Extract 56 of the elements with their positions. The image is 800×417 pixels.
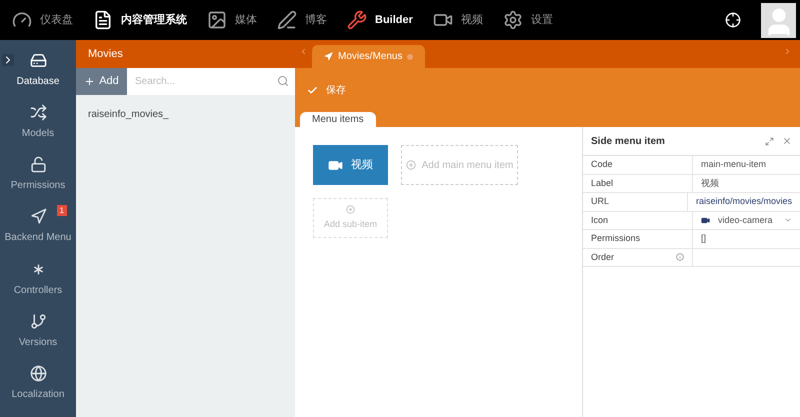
sidebar-item[interactable]: Versions: [0, 312, 76, 365]
shuffle-icon: [30, 104, 46, 122]
property-label: Icon: [591, 214, 610, 226]
property-label: Label: [591, 176, 614, 190]
panel-header: Movies: [76, 40, 295, 68]
document-icon: [93, 10, 113, 30]
nav-item[interactable]: 设置: [502, 10, 553, 30]
check-icon: [307, 84, 318, 96]
globe-icon: [30, 364, 46, 382]
notification-badge: 1: [56, 205, 67, 216]
sidebar-item[interactable]: Backend Menu 1: [0, 208, 76, 261]
wrench-icon: [347, 10, 367, 30]
sidebar-item[interactable]: Localization: [0, 364, 76, 417]
property-label: URL: [591, 195, 610, 208]
unlock-icon: [30, 156, 46, 174]
panel-title: Side menu item: [591, 134, 666, 148]
property-label: Code: [591, 158, 614, 171]
subtab[interactable]: Menu items: [300, 112, 376, 127]
navigation-arrow-icon: [30, 208, 46, 226]
pencil-icon: [277, 10, 297, 30]
icon-select[interactable]: video-camera: [693, 212, 800, 229]
property-field[interactable]: []: [693, 230, 800, 248]
nav-item[interactable]: 内容管理系统: [93, 10, 187, 30]
property-label: Order: [591, 250, 616, 264]
property-field[interactable]: 视频: [693, 174, 800, 192]
nav-item[interactable]: 仪表盘: [12, 10, 73, 30]
scroll-left-icon[interactable]: [299, 47, 308, 56]
property-label: Permissions: [591, 232, 642, 245]
nav-item[interactable]: 媒体: [207, 10, 257, 30]
menu-item-card[interactable]: 视频: [313, 145, 388, 185]
nav-item[interactable]: 视频: [432, 10, 483, 30]
info-icon[interactable]: [676, 253, 684, 262]
plus-icon: [84, 76, 96, 87]
sidebar-item[interactable]: Database: [0, 52, 76, 104]
image-icon: [207, 10, 227, 30]
add-button[interactable]: Add: [76, 68, 127, 95]
crosshair-icon[interactable]: [725, 12, 741, 28]
drive-icon: [30, 52, 46, 69]
scroll-right-icon[interactable]: [783, 47, 792, 56]
plus-circle-icon: [346, 204, 355, 214]
property-field[interactable]: raiseinfo/movies/movies: [688, 193, 800, 210]
nav-item[interactable]: 博客: [277, 10, 327, 30]
search-icon: [277, 75, 289, 87]
close-icon[interactable]: [782, 136, 792, 146]
gear-icon: [502, 10, 523, 30]
plus-circle-icon: [406, 160, 416, 170]
sidebar-item[interactable]: Models: [0, 104, 76, 156]
list-item[interactable]: raiseinfo_movies_: [76, 95, 295, 122]
expand-icon[interactable]: [2, 54, 14, 66]
navigation-arrow-icon: [324, 52, 333, 61]
property-field[interactable]: main-menu-item: [693, 156, 800, 174]
nav-item[interactable]: Builder: [347, 10, 413, 30]
branch-icon: [30, 312, 46, 330]
video-camera-icon: [701, 216, 710, 225]
search-field[interactable]: Search...: [127, 68, 295, 95]
sidebar-item[interactable]: Controllers: [0, 260, 76, 313]
